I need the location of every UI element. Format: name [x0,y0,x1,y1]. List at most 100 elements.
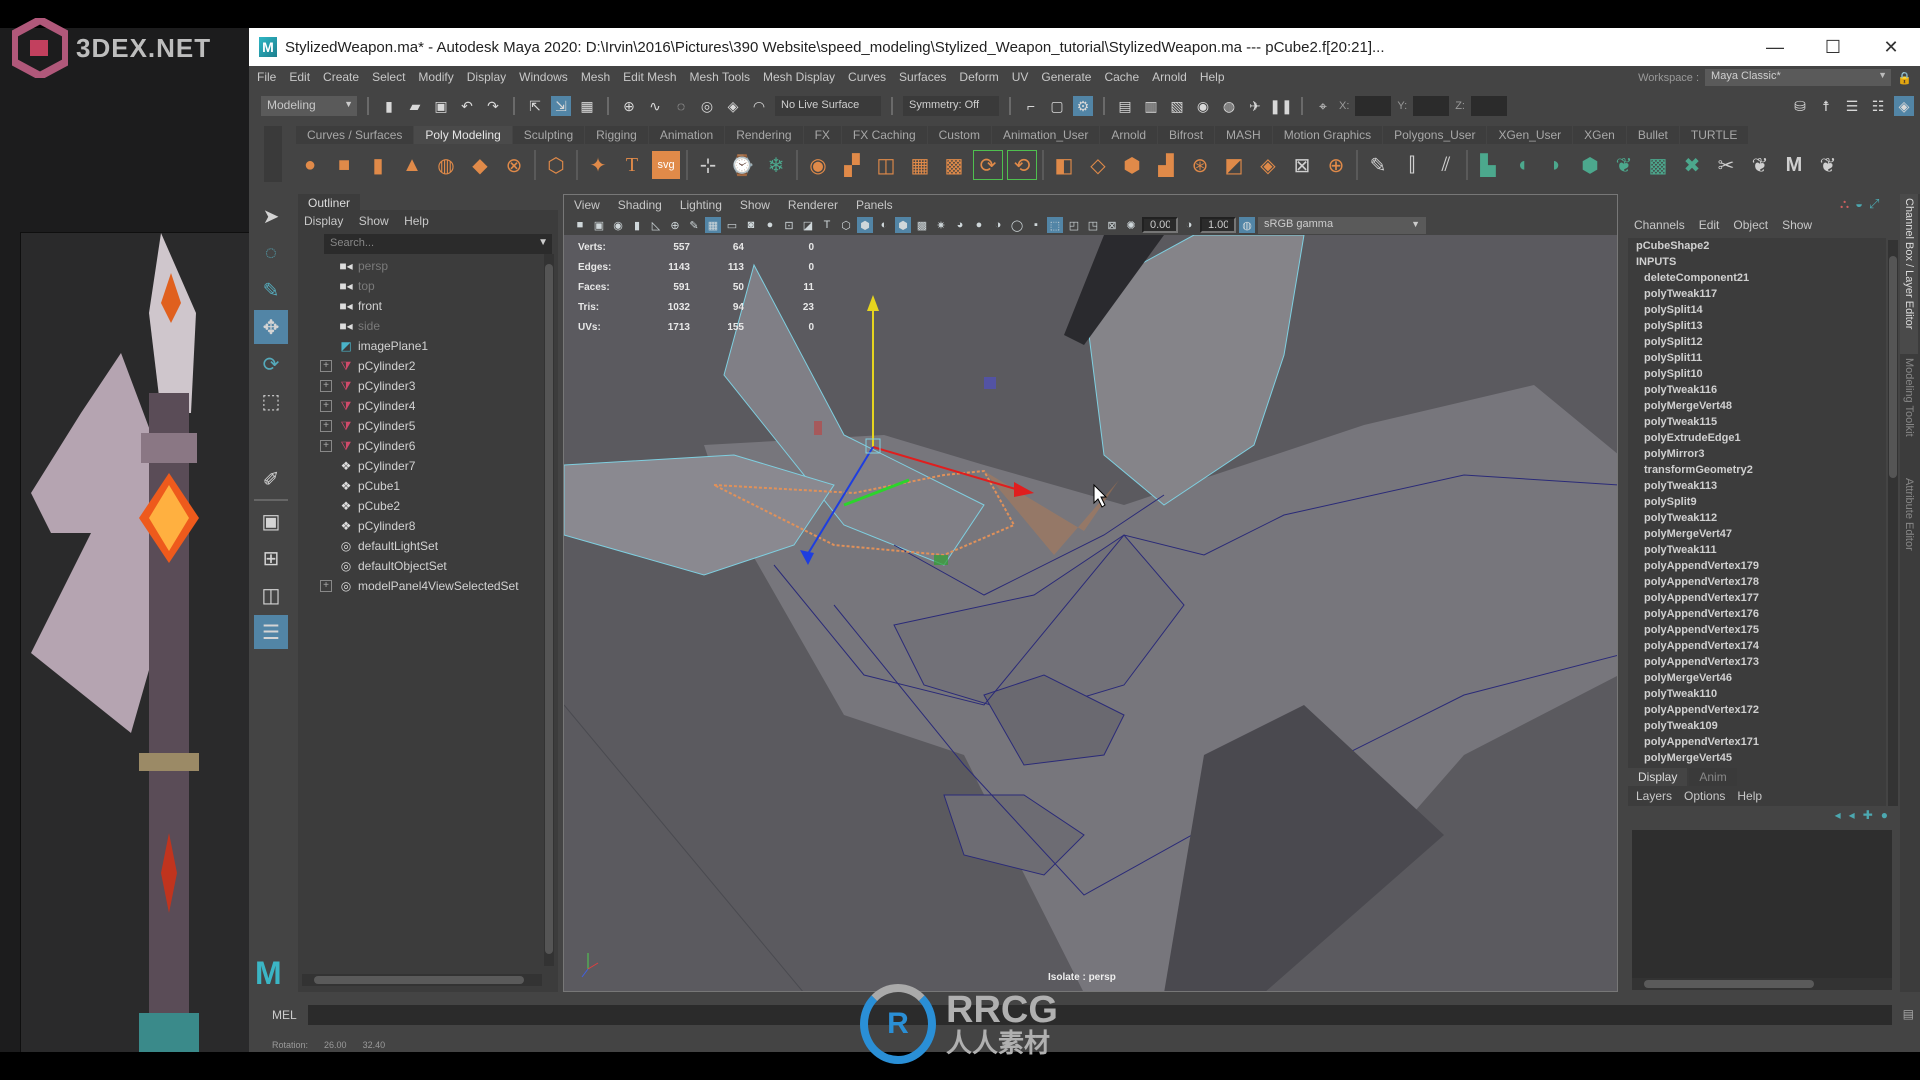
poly-torus-icon[interactable]: ◍ [432,151,460,179]
side-tab-modeling-toolkit[interactable]: Modeling Toolkit [1900,354,1918,474]
insert-edge-loop-icon[interactable]: ⫿ [1398,151,1426,179]
rotate-tool-icon[interactable]: ⟳ [254,347,288,381]
safe-action-icon[interactable]: ◪ [800,217,816,233]
input-node[interactable]: polyTweak112 [1628,510,1886,526]
bridge-icon[interactable]: ◇ [1084,151,1112,179]
ipr-render-icon[interactable]: ▥ [1141,96,1161,116]
mel-input[interactable] [308,1005,1892,1025]
gamma-field[interactable] [1200,217,1236,233]
snap-grid-icon[interactable]: ⊕ [619,96,639,116]
shelf-tab[interactable]: Custom [927,126,991,144]
layer-horizontal-scrollbar[interactable] [1632,978,1892,990]
shelf-tab[interactable]: Poly Modeling [414,126,512,144]
wireframe-icon[interactable]: ⬡ [838,217,854,233]
input-node[interactable]: deleteComponent21 [1628,270,1886,286]
modeling-toolkit-icon[interactable]: ⛁ [1790,96,1810,116]
channel-box-icon[interactable]: ◈ [1894,96,1914,116]
delete-history-icon[interactable]: ⌚ [728,151,756,179]
shelf-tab[interactable]: Curves / Surfaces [296,126,414,144]
side-tab-attribute-editor[interactable]: Attribute Editor [1900,474,1918,584]
anti-aliasing-icon[interactable]: ◯ [1009,217,1025,233]
shelf-tab[interactable]: Animation [648,126,725,144]
fill-hole-icon[interactable]: ⊛ [1186,151,1214,179]
channel-box-scrollbar[interactable] [1888,240,1898,806]
poly-sphere-icon[interactable]: ● [296,151,324,179]
lasso-tool-icon[interactable]: ◌ [254,236,288,270]
outliner-item[interactable]: ❖ pCylinder7 [298,456,558,476]
outliner-item[interactable]: ◎ defaultLightSet [298,536,558,556]
shelf-tab[interactable]: FX [803,126,841,144]
smooth-shade-icon[interactable]: ⬢ [857,217,873,233]
bevel-icon[interactable]: ⬢ [1118,151,1146,179]
xray-joints-icon[interactable]: ⊠ [1104,217,1120,233]
render-globe-icon[interactable]: ◉ [1193,96,1213,116]
live-surface-field[interactable]: No Live Surface [775,96,881,116]
input-node[interactable]: polySplit11 [1628,350,1886,366]
outliner-layout-icon[interactable]: ☰ [254,615,288,649]
outliner-menu-display[interactable]: Display [304,214,343,228]
gate-mask-icon[interactable]: ● [762,217,778,233]
film-gate-icon[interactable]: ▭ [724,217,740,233]
xray-icon[interactable]: ◰ [1066,217,1082,233]
viewport-menu-shading[interactable]: Shading [618,198,662,212]
lock-camera-icon[interactable]: ▣ [591,217,607,233]
contour-stretch-uv-icon[interactable]: ❦ [1610,151,1638,179]
menu-deform[interactable]: Deform [959,70,998,84]
screen-space-ao-icon[interactable]: ● [971,217,987,233]
planar-uv-icon[interactable]: ▙ [1474,151,1502,179]
single-perspective-layout-icon[interactable]: ▣ [254,504,288,538]
redo-icon[interactable]: ↷ [483,96,503,116]
layer-menu-help[interactable]: Help [1737,789,1762,803]
snap-view-plane-icon[interactable]: ◈ [723,96,743,116]
shelf-tab[interactable]: Rendering [725,126,803,144]
expand-icon[interactable]: + [320,360,332,372]
input-node[interactable]: polyAppendVertex179 [1628,558,1886,574]
outliner-item[interactable]: + ⧩ pCylinder3 [298,376,558,396]
move-layer-up-icon[interactable]: ◂ [1835,808,1841,822]
grease-pencil-icon[interactable]: ✎ [686,217,702,233]
mirror-icon[interactable]: ◫ [872,151,900,179]
boolean-union-icon[interactable]: ⟳ [973,150,1003,180]
separate-icon[interactable]: ▞ [838,151,866,179]
freeze-transform-icon[interactable]: ❄ [762,151,790,179]
input-node[interactable]: polyTweak116 [1628,382,1886,398]
outliner-item[interactable]: ■◂ side [298,316,558,336]
expand-icon[interactable]: + [320,420,332,432]
offset-edge-loop-icon[interactable]: ⫽ [1432,151,1460,179]
select-tool-icon[interactable]: ➤ [254,199,288,233]
viewport-menu-panels[interactable]: Panels [856,198,893,212]
multi-cut-icon[interactable]: ✎ [1364,151,1392,179]
input-node[interactable]: polyTweak111 [1628,542,1886,558]
side-tab-channel-box[interactable]: Channel Box / Layer Editor [1900,194,1918,354]
open-scene-icon[interactable]: ▰ [405,96,425,116]
scale-tool-icon[interactable]: ⬚ [254,384,288,418]
shelf-options-strip[interactable] [264,126,282,182]
menu-display[interactable]: Display [467,70,506,84]
expand-icon[interactable]: + [320,380,332,392]
expand-icon[interactable]: + [320,440,332,452]
outliner-tab[interactable]: Outliner [298,194,361,212]
workspace-dropdown[interactable]: Maya Classic* [1705,69,1892,86]
boolean-difference-icon[interactable]: ⟲ [1007,150,1037,180]
input-node[interactable]: polyMergeVert48 [1628,398,1886,414]
input-node[interactable]: polyAppendVertex177 [1628,590,1886,606]
render-current-frame-icon[interactable]: ▤ [1115,96,1135,116]
viewport-panel[interactable]: View Shading Lighting Show Renderer Pane… [563,194,1618,992]
render-sequence-icon[interactable]: ✈ [1245,96,1265,116]
make-hole-icon[interactable]: ◩ [1220,151,1248,179]
symmetry-dropdown[interactable]: Symmetry: Off [903,96,999,116]
new-layer-selected-icon[interactable]: ● [1881,808,1888,822]
menu-edit-mesh[interactable]: Edit Mesh [623,70,676,84]
maximize-button[interactable]: ☐ [1804,37,1862,58]
automatic-uv-icon[interactable]: ⬢ [1576,151,1604,179]
platonic-solid-icon[interactable]: ⬡ [542,151,570,179]
select-camera-icon[interactable]: ■ [572,217,588,233]
shelf-tab[interactable]: Animation_User [991,126,1100,144]
input-node[interactable]: polyMergeVert45 [1628,750,1886,766]
grid-icon[interactable]: ▦ [705,217,721,233]
script-editor-icon[interactable]: ▤ [1903,1007,1914,1021]
undo-icon[interactable]: ↶ [457,96,477,116]
menu-generate[interactable]: Generate [1041,70,1091,84]
input-node[interactable]: polyAppendVertex172 [1628,702,1886,718]
snap-curve-icon[interactable]: ∿ [645,96,665,116]
